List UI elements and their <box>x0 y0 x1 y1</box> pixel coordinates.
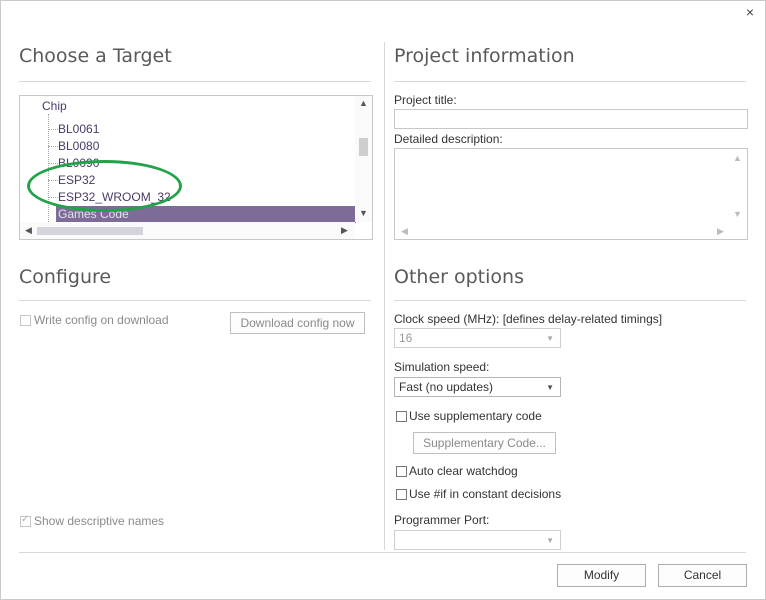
divider <box>394 300 746 301</box>
chevron-down-icon: ▼ <box>546 383 554 392</box>
tree-horizontal-scrollbar[interactable]: ◀ ▶ <box>20 222 355 239</box>
scroll-left-icon[interactable]: ◀ <box>401 226 408 237</box>
scroll-thumb[interactable] <box>37 227 143 235</box>
chevron-down-icon: ▼ <box>546 334 554 343</box>
scroll-right-icon[interactable]: ▶ <box>717 226 724 237</box>
descriptive-names-checkbox[interactable] <box>20 514 31 527</box>
clock-speed-select[interactable]: 16 ▼ <box>394 328 561 348</box>
programmer-port-label: Programmer Port: <box>394 513 490 527</box>
simulation-speed-value: Fast (no updates) <box>399 380 494 394</box>
clock-speed-value: 16 <box>399 331 413 345</box>
project-info-title: Project information <box>394 45 575 67</box>
description-label: Detailed description: <box>394 132 503 146</box>
tree-root-chip[interactable]: Chip <box>42 99 67 113</box>
descriptive-names-label: Show descriptive names <box>34 514 165 528</box>
scroll-up-icon[interactable]: ▲ <box>359 98 368 108</box>
auto-clear-watchdog-checkbox[interactable] <box>396 466 407 477</box>
scroll-thumb[interactable] <box>359 138 368 156</box>
divider <box>394 81 746 82</box>
divider <box>19 300 371 301</box>
tree-guide <box>48 146 58 147</box>
modify-button[interactable]: Modify <box>557 564 646 587</box>
panel-divider <box>384 42 385 550</box>
write-config-label: Write config on download <box>34 313 169 327</box>
supplementary-code-checkbox[interactable] <box>396 411 407 422</box>
choose-target-title: Choose a Target <box>19 45 172 67</box>
auto-clear-watchdog-label: Auto clear watchdog <box>409 464 518 478</box>
simulation-speed-label: Simulation speed: <box>394 360 490 374</box>
tree-item-label: BL0080 <box>58 139 100 153</box>
cancel-button[interactable]: Cancel <box>658 564 747 587</box>
tree-vertical-scrollbar[interactable]: ▲ ▼ <box>355 96 372 222</box>
scroll-left-icon[interactable]: ◀ <box>25 225 32 236</box>
divider <box>19 81 371 82</box>
scroll-down-icon[interactable]: ▼ <box>733 209 742 219</box>
close-icon[interactable]: × <box>746 4 754 20</box>
constant-decisions-label: Use #if in constant decisions <box>409 487 562 501</box>
write-config-checkbox[interactable] <box>20 315 31 326</box>
other-options-title: Other options <box>394 266 524 288</box>
download-config-button[interactable]: Download config now <box>230 312 365 334</box>
clock-speed-label: Clock speed (MHz): [defines delay-relate… <box>394 312 663 326</box>
supplementary-code-label: Use supplementary code <box>409 409 542 423</box>
tree-item-label: BL0061 <box>58 122 100 136</box>
supplementary-code-button[interactable]: Supplementary Code... <box>413 432 556 454</box>
simulation-speed-select[interactable]: Fast (no updates) ▼ <box>394 377 561 397</box>
constant-decisions-checkbox[interactable] <box>396 489 407 500</box>
chevron-down-icon: ▼ <box>546 536 554 545</box>
tree-guide <box>48 163 58 164</box>
scroll-right-icon[interactable]: ▶ <box>341 225 348 236</box>
programmer-port-select[interactable]: ▼ <box>394 530 561 550</box>
description-textarea[interactable] <box>394 148 748 240</box>
project-title-input[interactable] <box>394 109 748 129</box>
footer-divider <box>19 552 746 553</box>
tree-guide <box>48 129 58 130</box>
scroll-up-icon[interactable]: ▲ <box>733 153 742 163</box>
project-title-label: Project title: <box>394 93 457 107</box>
scroll-down-icon[interactable]: ▼ <box>359 208 368 218</box>
highlight-ellipse <box>27 160 182 212</box>
configure-title: Configure <box>19 266 112 288</box>
